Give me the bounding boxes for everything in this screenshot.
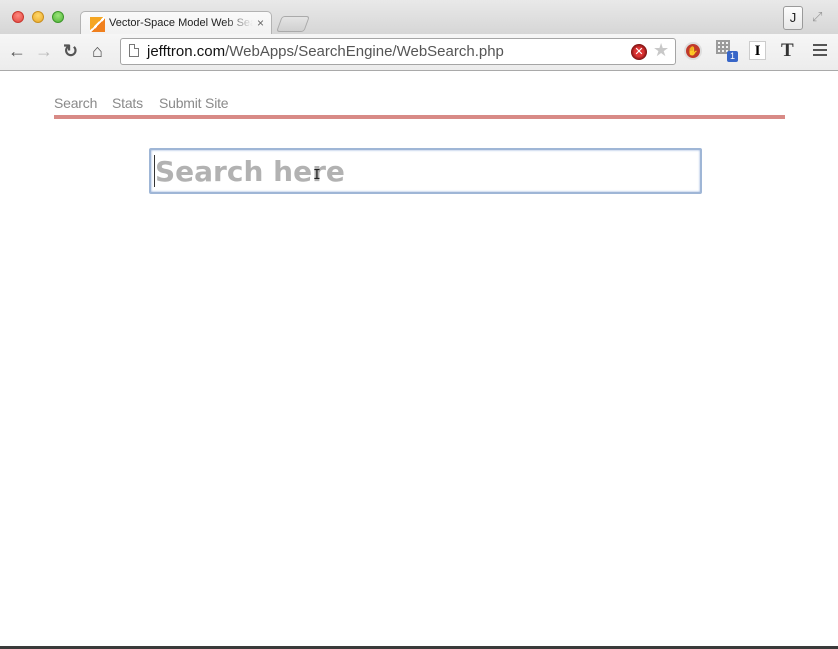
url-path: /WebApps/SearchEngine/WebSearch.php [225,43,504,60]
i-extension-icon[interactable]: I [749,41,766,60]
browser-titlebar: Vector-Space Model Web Search × J ⤢ [0,0,838,35]
extension-badge: 1 [727,51,738,62]
back-arrow-icon[interactable]: ← [8,42,26,60]
text-caret [154,155,155,187]
search-input[interactable] [149,148,702,194]
fullscreen-icon[interactable]: ⤢ [812,9,822,25]
tab-title: Vector-Space Model Web Search [109,17,253,29]
window-zoom-button[interactable] [52,11,64,23]
address-bar[interactable]: jefftron.com/WebApps/SearchEngine/WebSea… [120,38,676,65]
tree-extension-icon[interactable]: 1 [716,40,738,62]
profile-button[interactable]: J [783,6,803,30]
hamburger-menu-icon[interactable] [813,44,827,59]
home-icon[interactable]: ⌂ [92,42,103,60]
nav-link-search[interactable]: Search [54,95,97,111]
nav-link-stats[interactable]: Stats [112,95,143,111]
t-extension-icon[interactable]: T [781,40,794,62]
new-tab-button[interactable] [276,16,310,32]
blocked-content-icon[interactable]: ✕ [631,44,647,60]
window-minimize-button[interactable] [32,11,44,23]
tab-close-icon[interactable]: × [257,16,264,30]
site-favicon-icon [90,17,105,32]
adblock-icon[interactable]: ✋ [684,42,702,60]
forward-arrow-icon[interactable]: → [35,42,53,60]
page-icon [129,44,139,57]
reload-icon[interactable]: ↻ [63,42,78,60]
star-icon[interactable]: ★ [653,40,669,61]
window-close-button[interactable] [12,11,24,23]
address-url[interactable]: jefftron.com/WebApps/SearchEngine/WebSea… [147,43,504,60]
ibeam-cursor-icon: I [313,168,321,183]
browser-tab-active[interactable]: Vector-Space Model Web Search × [80,11,272,35]
browser-window: Vector-Space Model Web Search × J ⤢ ← → … [0,0,838,649]
url-host: jefftron.com [147,43,226,60]
browser-toolbar: ← → ↻ ⌂ jefftron.com/WebApps/SearchEngin… [0,34,838,71]
nav-link-submit-site[interactable]: Submit Site [159,95,229,111]
nav-divider [54,115,785,119]
